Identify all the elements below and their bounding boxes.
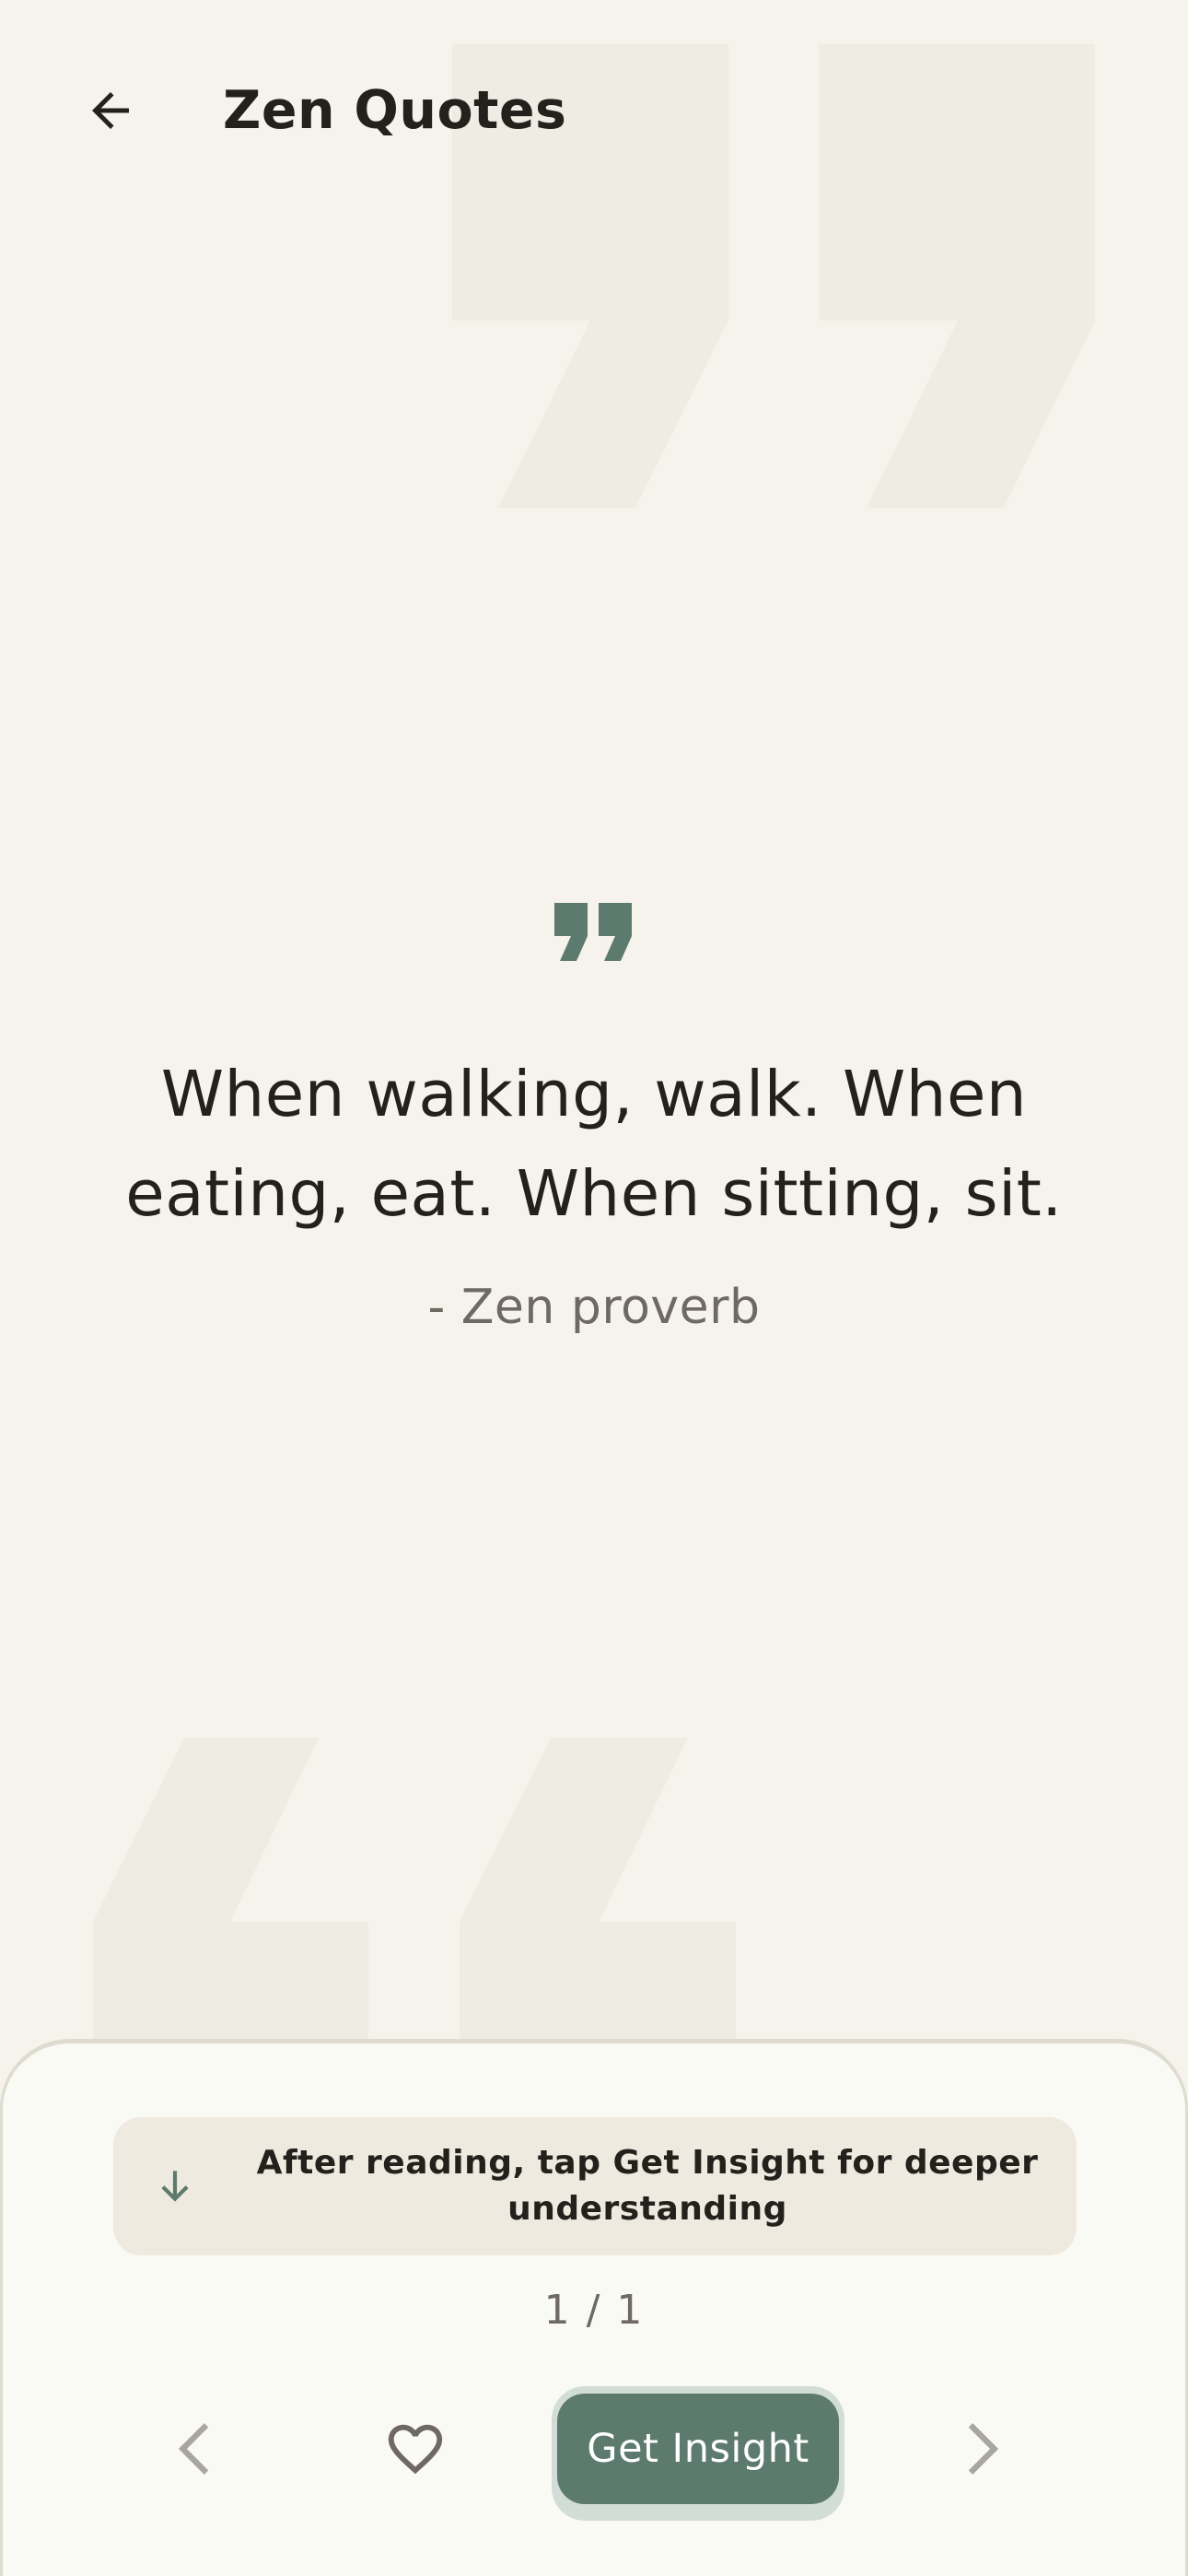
chevron-left-icon — [178, 2423, 209, 2475]
arrow-left-icon — [92, 92, 129, 129]
decorative-open-quote-icon — [93, 1738, 736, 2082]
screen: Zen Quotes When walking, walk. When eati… — [0, 0, 1188, 2576]
quote-controls: Get Insight — [3, 2375, 1185, 2523]
chevron-right-icon — [968, 2423, 999, 2475]
page-counter: 1 / 1 — [543, 2287, 645, 2334]
quote-text: When walking, walk. When eating, eat. Wh… — [125, 1058, 1063, 1231]
hint-banner: After reading, tap Get Insight for deepe… — [113, 2117, 1077, 2255]
quote-card: When walking, walk. When eating, eat. Wh… — [0, 903, 1188, 1340]
quote-mark-icon — [554, 903, 632, 961]
bottom-sheet: After reading, tap Get Insight for deepe… — [0, 2039, 1188, 2576]
previous-button[interactable] — [150, 2403, 242, 2495]
quote-author: - Zen proverb — [427, 1280, 761, 1335]
hint-text: After reading, tap Get Insight for deepe… — [256, 2144, 1039, 2228]
favorite-button[interactable] — [369, 2403, 461, 2495]
back-button[interactable] — [64, 64, 157, 157]
get-insight-button[interactable]: Get Insight — [557, 2394, 839, 2504]
arrow-down-icon — [161, 2171, 189, 2202]
heart-outline-icon — [388, 2424, 443, 2475]
next-button[interactable] — [935, 2403, 1027, 2495]
get-insight-button-container: Get Insight — [552, 2386, 844, 2521]
page-title: Zen Quotes — [223, 80, 567, 141]
top-app-bar: Zen Quotes — [0, 0, 1188, 221]
